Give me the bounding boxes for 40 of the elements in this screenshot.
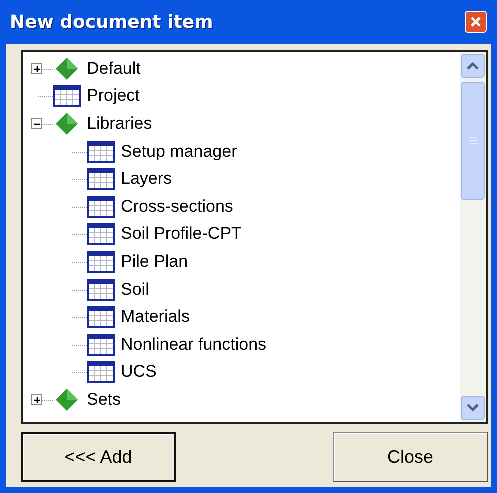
grip-icon: [469, 137, 477, 145]
collapse-toggle[interactable]: [31, 118, 42, 130]
tree-item[interactable]: Nonlinear functions: [121, 334, 267, 355]
tree-item[interactable]: Soil: [121, 280, 150, 300]
tree-item[interactable]: Project: [87, 86, 140, 106]
tree-item[interactable]: Cross-sections: [121, 196, 234, 217]
chevron-up-icon: [467, 62, 479, 70]
expand-toggle[interactable]: [31, 63, 42, 74]
x-icon: [469, 15, 483, 29]
tree-item[interactable]: Libraries: [87, 114, 152, 134]
table-icon: [87, 196, 115, 218]
tree-item[interactable]: Materials: [121, 307, 190, 328]
add-button[interactable]: <<< Add: [21, 432, 176, 482]
table-icon: [53, 85, 81, 108]
tree-item[interactable]: Default: [87, 58, 141, 79]
scroll-up-button[interactable]: [461, 54, 485, 78]
table-icon: [87, 334, 115, 356]
table-icon: [87, 168, 115, 190]
scroll-thumb[interactable]: [461, 82, 485, 200]
expand-toggle[interactable]: [31, 394, 42, 406]
tree-item[interactable]: Layers: [121, 169, 172, 190]
scrollbar[interactable]: [460, 52, 486, 422]
table-icon: [87, 361, 115, 384]
scroll-down-button[interactable]: [461, 396, 485, 420]
plus-icon: [32, 64, 43, 76]
window-title: New document item: [10, 12, 214, 32]
table-icon: [87, 278, 115, 301]
table-icon: [87, 306, 115, 328]
tree-item[interactable]: Soil Profile-CPT: [121, 224, 242, 244]
tree-item[interactable]: UCS: [121, 362, 157, 382]
plus-icon: [32, 395, 43, 406]
tree-item[interactable]: Setup manager: [121, 142, 238, 162]
tree-item[interactable]: Sets: [87, 390, 122, 410]
chevron-down-icon: [467, 404, 479, 412]
table-icon: [87, 140, 115, 163]
close-button[interactable]: Close: [333, 432, 488, 482]
tree-item[interactable]: Pile Plan: [121, 252, 188, 272]
close-icon[interactable]: [465, 11, 487, 33]
table-icon: [87, 223, 115, 246]
table-icon: [87, 250, 115, 273]
